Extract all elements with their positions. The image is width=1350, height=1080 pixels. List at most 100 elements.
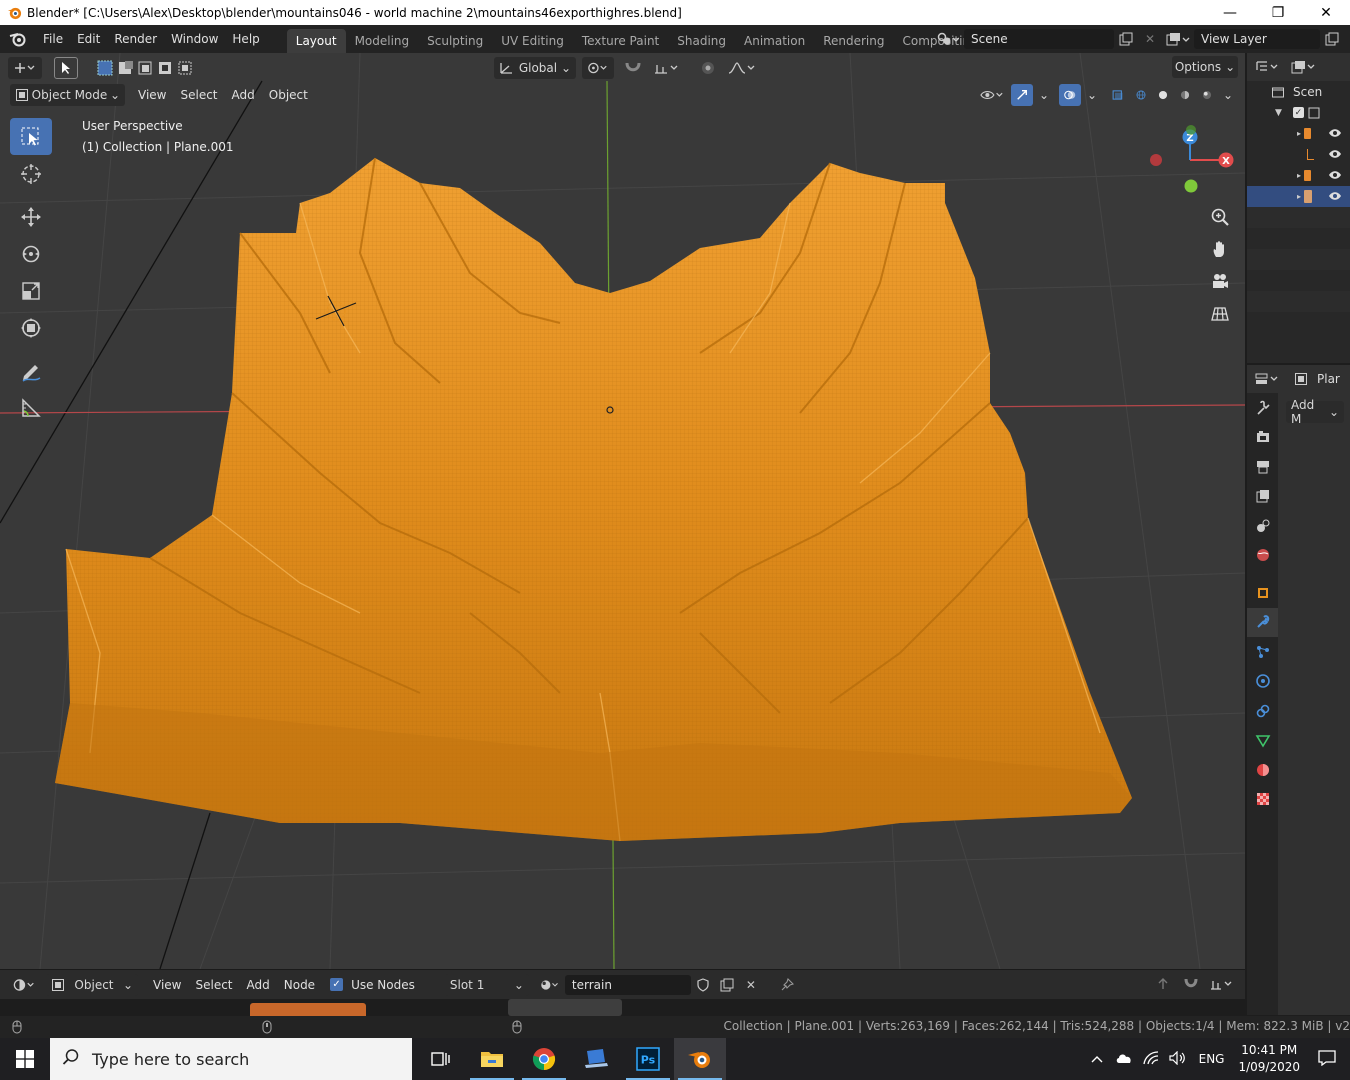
editor-type-icon[interactable] [8,56,42,79]
taskbar-search-box[interactable]: Type here to search [50,1038,412,1080]
constraints-properties-tab[interactable] [1247,696,1278,726]
physics-properties-tab[interactable] [1247,667,1278,697]
node-editor-canvas[interactable] [0,999,1245,1016]
menu-help[interactable]: Help [225,32,266,46]
gizmo-dropdown-icon[interactable]: ⌄ [1035,84,1053,106]
texture-properties-tab[interactable] [1247,785,1278,815]
proportional-edit-icon[interactable] [694,57,722,79]
shading-dropdown-icon[interactable]: ⌄ [1219,84,1237,106]
use-nodes-checkbox[interactable]: ✓ [330,978,344,991]
workspace-tab-shading[interactable]: Shading [668,29,735,53]
notifications-icon[interactable] [1318,1049,1336,1069]
shading-material-icon[interactable] [1175,84,1195,106]
expand-arrow-icon[interactable]: ▸ [1297,171,1301,180]
node-preview-gray[interactable] [508,999,622,1016]
network-icon[interactable] [1142,1050,1159,1068]
node-menu-node[interactable]: Node [277,978,322,992]
view-layer-field[interactable]: View Layer [1194,29,1320,49]
workspace-tab-animation[interactable]: Animation [735,29,814,53]
scale-tool[interactable] [10,272,52,309]
xray-toggle-icon[interactable] [1107,84,1129,106]
workspace-tab-modeling[interactable]: Modeling [346,29,419,53]
pin-icon[interactable] [775,975,799,995]
outliner-row-scene[interactable]: Scen [1247,81,1350,102]
move-tool[interactable] [10,198,52,235]
minimize-button[interactable]: — [1206,0,1254,25]
maximize-button[interactable]: ❐ [1254,0,1302,25]
new-view-layer-icon[interactable] [1320,29,1344,49]
shading-solid-icon[interactable] [1153,84,1173,106]
visibility-dropdown[interactable] [975,84,1009,106]
display-mode-icon[interactable] [1289,57,1319,77]
world-properties-tab[interactable] [1247,541,1278,571]
fake-user-shield-icon[interactable] [691,975,715,995]
shading-wireframe-icon[interactable] [1131,84,1151,106]
workspace-tab-sculpting[interactable]: Sculpting [418,29,492,53]
material-properties-tab[interactable] [1247,755,1278,785]
snap-icon[interactable] [618,57,648,79]
material-slot-dropdown[interactable]: Slot 1 ⌄ [444,973,529,996]
viewport-menu-add[interactable]: Add [225,88,262,102]
chevron-up-icon[interactable] [1091,1052,1103,1066]
expand-arrow-icon[interactable]: ▸ [1297,192,1301,201]
new-scene-icon[interactable] [1114,29,1138,49]
modifier-properties-tab[interactable] [1247,607,1278,637]
select-tool-icon[interactable] [54,56,78,79]
collection-checkbox[interactable]: ✓ [1292,107,1304,118]
node-snap-icon[interactable] [1179,974,1203,994]
visibility-eye-icon[interactable] [1328,190,1342,204]
node-preview-orange[interactable] [250,1003,366,1016]
viewport-menu-object[interactable]: Object [262,88,315,102]
ortho-toggle-icon[interactable] [1206,299,1234,327]
pivot-point-dropdown[interactable] [582,56,614,79]
viewport-menu-select[interactable]: Select [173,88,224,102]
viewport-menu-view[interactable]: View [131,88,173,102]
add-modifier-dropdown[interactable]: Add M ⌄ [1286,398,1344,426]
taskbar-clock[interactable]: 10:41 PM 1/09/2020 [1238,1042,1300,1076]
camera-view-icon[interactable] [1206,267,1234,295]
view-layer-browse-icon[interactable] [1162,29,1194,49]
snap-target-dropdown[interactable] [648,57,686,79]
scene-browse-icon[interactable] [932,29,964,49]
shading-rendered-icon[interactable] [1197,84,1217,106]
node-menu-select[interactable]: Select [188,978,239,992]
blender-taskbar-icon[interactable] [674,1038,726,1080]
node-snap-dropdown[interactable] [1207,974,1237,994]
menu-edit[interactable]: Edit [70,32,107,46]
workspace-tab-uv-editing[interactable]: UV Editing [492,29,573,53]
outliner-row-light[interactable] [1247,144,1350,165]
overlay-dropdown-icon[interactable]: ⌄ [1083,84,1101,106]
particles-properties-tab[interactable] [1247,637,1278,667]
rotate-tool[interactable] [10,235,52,272]
render-properties-tab[interactable] [1247,423,1278,453]
node-menu-add[interactable]: Add [240,978,277,992]
visibility-eye-icon[interactable] [1328,127,1342,141]
annotate-tool[interactable] [10,352,52,389]
3d-viewport[interactable]: X Z Global ⌄ Options ⌄ Object Mode ⌄ Vie… [0,53,1245,969]
data-properties-tab[interactable] [1247,726,1278,756]
cursor-tool[interactable] [10,155,52,192]
object-mode-dropdown[interactable]: Object Mode ⌄ [10,84,125,106]
outliner-row-collection[interactable]: ▼ ✓ [1247,102,1350,123]
laptop-app-icon[interactable] [570,1038,622,1080]
gizmo-toggle-icon[interactable] [1011,84,1033,106]
outliner-editor-type-icon[interactable] [1253,57,1283,77]
pan-hand-icon[interactable] [1206,235,1234,263]
visibility-eye-icon[interactable] [1328,148,1342,162]
navigation-gizmo[interactable]: X Z [1150,125,1234,193]
delete-view-layer-icon[interactable]: ✕ [1344,29,1350,49]
close-window-button[interactable]: ✕ [1302,0,1350,25]
delete-scene-icon[interactable]: ✕ [1138,29,1162,49]
volume-icon[interactable] [1169,1050,1187,1068]
overlay-toggle-icon[interactable] [1059,84,1081,106]
tool-properties-tab[interactable] [1247,393,1278,423]
unlink-material-icon[interactable]: ✕ [739,975,763,995]
view-layer-properties-tab[interactable] [1247,482,1278,512]
transform-tool[interactable] [10,309,52,346]
material-name-field[interactable]: terrain [564,974,691,995]
parent-node-tree-icon[interactable] [1151,974,1175,994]
outliner-row-camera[interactable]: ▸ [1247,123,1350,144]
node-menu-view[interactable]: View [146,978,188,992]
onedrive-cloud-icon[interactable] [1115,1052,1133,1067]
outliner-row-plane-selected[interactable]: ▸ [1247,186,1350,207]
